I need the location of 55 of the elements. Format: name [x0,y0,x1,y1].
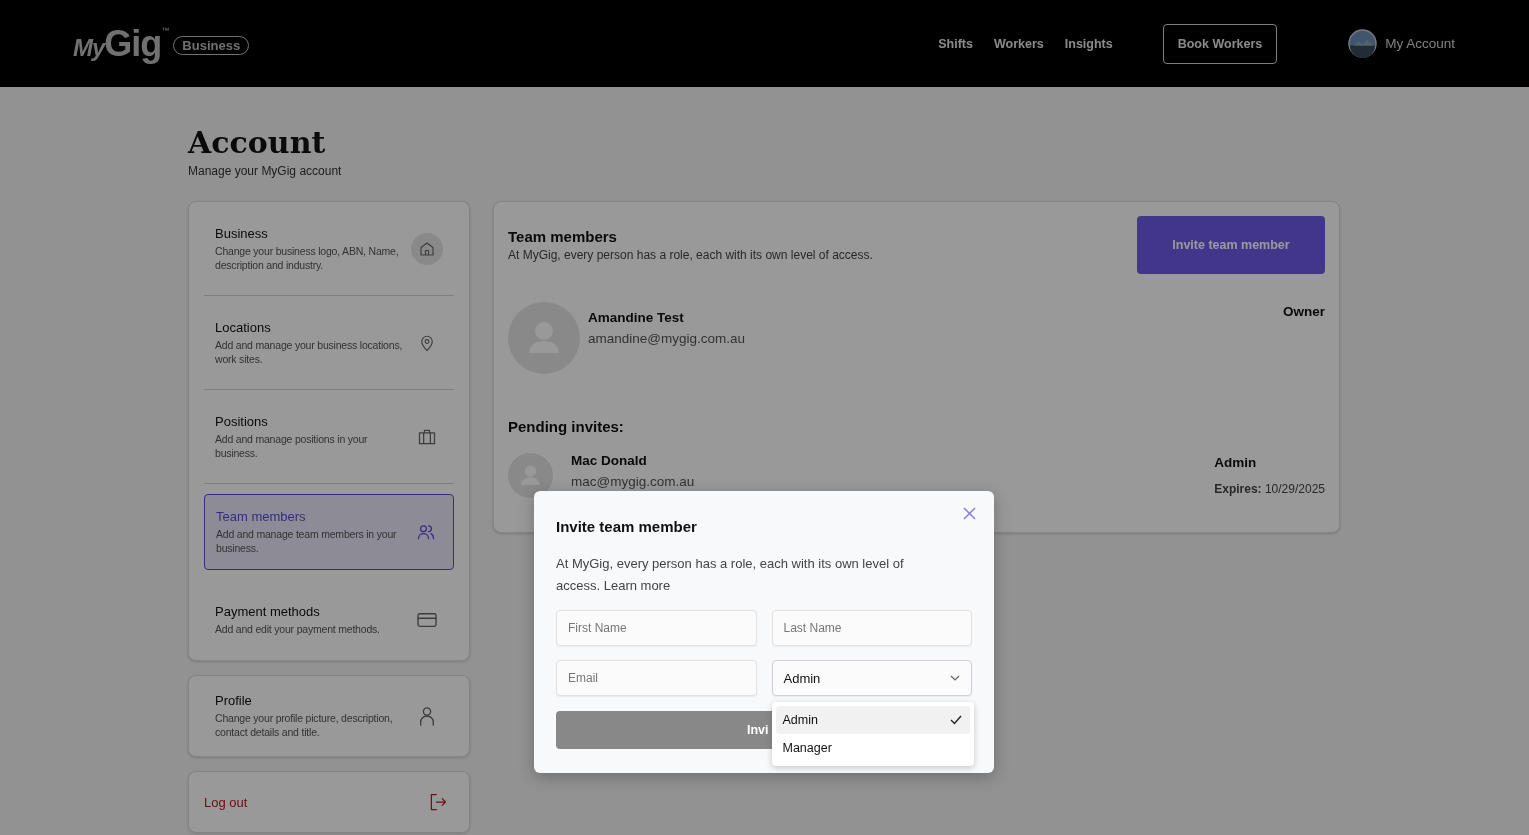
dialog-title: Invite team member [556,518,698,535]
input-field[interactable]: Email [556,660,757,696]
learn-more-link[interactable]: Learn more [603,578,671,593]
nav-link[interactable]: Workers [994,36,1044,51]
sidebar-item[interactable]: Locations Add and manage your business locations, work sites. [204,296,454,390]
invite-team-member-button[interactable]: Invite team member [1137,216,1325,274]
sidebar-item[interactable]: Team members Add and manage team members in your business. [204,494,454,570]
member-name: Amandine Test [588,310,685,325]
invitee-name: Mac Donald [571,453,648,468]
credit-card-icon [416,611,438,629]
item-title: Locations [215,319,272,335]
page-title: Account [188,125,327,160]
invitee-email: mac@mygig.com.au [571,474,696,489]
close-button[interactable] [961,505,978,522]
item-description: Add and manage team members in your business. [216,527,398,555]
nav-link[interactable]: Insights [1064,36,1113,51]
invitee-role: Admin [1214,455,1257,470]
item-description: Add and manage your business locations, work sites. [215,337,403,366]
role-select[interactable]: Admin [771,660,972,696]
logout-item[interactable]: Log out [204,772,454,832]
profile-picture-icon [1348,29,1378,58]
book-workers-button[interactable]: Book Workers [1162,23,1278,64]
item-description: Change your business logo, ABN, Name, description and industry. [215,243,400,272]
member-role: Owner [1283,304,1325,319]
dialog-description: At MyGig, every person has a role, each with its own level of access. Learn more [556,555,905,595]
mygig-logo[interactable]: MyGig™ Business [73,23,250,64]
input-field[interactable]: First Name [556,610,757,646]
logout-icon [428,792,448,812]
sidebar-item[interactable]: Profile Change your profile picture, description, contact details and title. [204,676,454,756]
users-icon [415,522,437,542]
expiry-date: Expires: 10/29/2025 [1214,482,1325,496]
dropdown-option[interactable]: Admin [775,706,970,734]
item-title: Team members [216,509,307,524]
user-icon [418,705,436,727]
nav-link[interactable]: Shifts [938,36,973,51]
input-field[interactable]: Last Name [771,610,972,646]
section-title: Pending invites: [508,418,625,435]
panel-description: At MyGig, every person has a role, each with its own level of access. [508,248,873,262]
item-title: Log out [204,794,249,810]
item-title: Business [215,225,269,241]
item-description: Add and manage positions in your business. [215,431,369,460]
panel-title: Team members [508,228,618,245]
item-title: Positions [215,413,269,429]
sidebar-item[interactable]: Business Change your business logo, ABN, Name, description and industry. [204,202,454,296]
page-subtitle: Manage your MyGig account [188,164,343,178]
sidebar-item[interactable]: Positions Add and manage positions in your business. [204,390,454,484]
item-title: Profile [215,693,253,708]
account-menu[interactable]: My Account [1348,29,1455,58]
item-description: Change your profile picture, description, contact details and title. [215,711,394,739]
item-title: Payment methods [215,604,321,619]
check-icon [950,715,962,725]
chevron-down-icon [950,675,960,681]
sidebar-item[interactable]: Payment methods Add and edit your payment methods. [204,580,454,660]
member-email: amandine@mygig.com.au [588,331,747,346]
item-description: Add and edit your payment methods. [215,622,381,636]
